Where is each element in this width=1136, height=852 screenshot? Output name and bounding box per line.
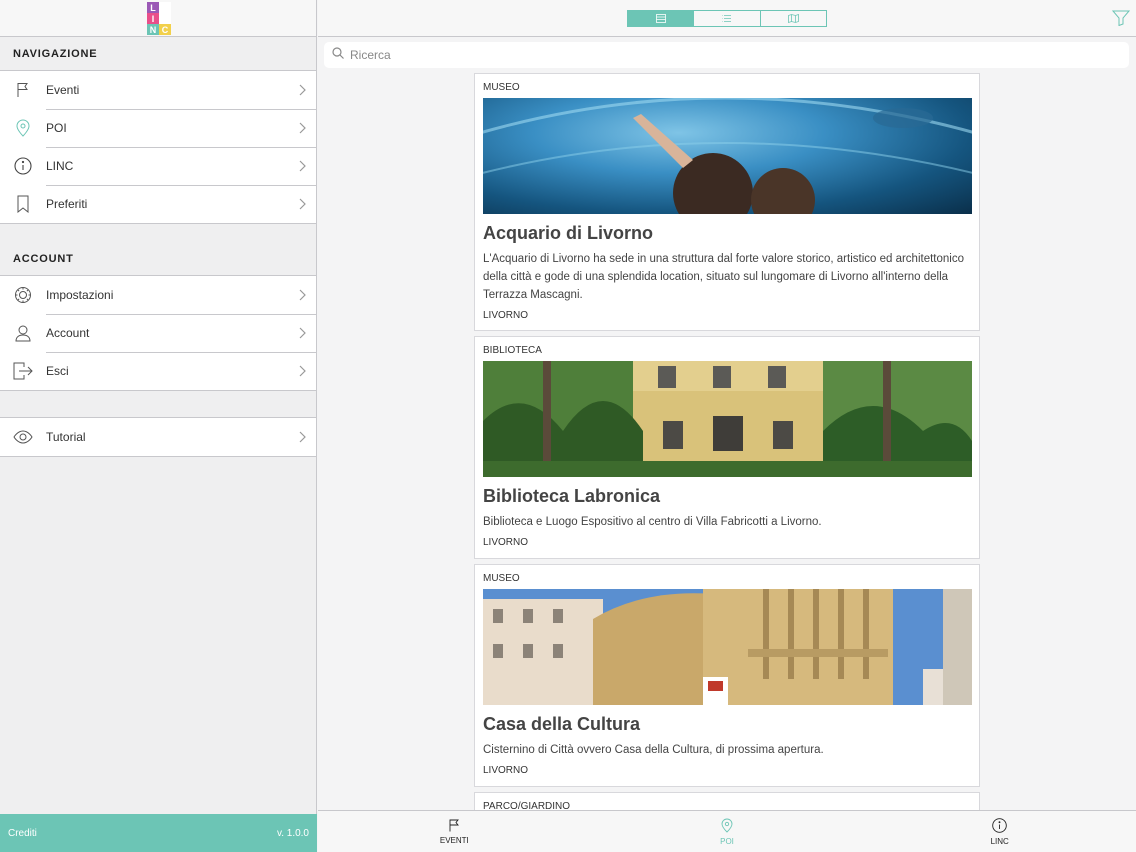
poi-title: Acquario di Livorno	[483, 223, 654, 243]
tab-bar: EVENTI POI LINC	[318, 810, 1136, 852]
sidebar-item-linc[interactable]: LINC	[0, 147, 316, 185]
sidebar-item-account[interactable]: Account	[0, 314, 316, 352]
logo-letter: C	[159, 24, 171, 35]
sidebar-item-label: POI	[46, 121, 67, 135]
poi-image	[483, 361, 972, 477]
poi-title: Biblioteca Labronica	[483, 486, 661, 506]
extra-group: Tutorial	[0, 417, 316, 457]
poi-card[interactable]: MUSEO Acquario di Livorno L'Acquario di …	[474, 73, 980, 331]
sidebar-item-poi[interactable]: POI	[0, 109, 316, 147]
compact-list-icon	[722, 10, 732, 28]
chevron-right-icon	[290, 431, 316, 443]
search-input[interactable]	[350, 48, 1050, 62]
sidebar-item-label: Eventi	[46, 83, 80, 97]
poi-city: LIVORNO	[483, 765, 529, 776]
app-version: v. 1.0.0	[276, 827, 309, 839]
poi-category: PARCO/GIARDINO	[483, 801, 571, 810]
nav-group: Eventi POI LINC Preferiti	[0, 70, 316, 224]
view-switcher	[627, 10, 827, 27]
poi-card[interactable]: BIBLIOTECA Biblioteca Labronica Bibliote…	[474, 336, 980, 559]
section-title-account: ACCOUNT	[13, 252, 74, 265]
map-view-segment[interactable]	[759, 10, 826, 28]
map-view-icon	[787, 10, 799, 28]
info-icon	[992, 817, 1007, 835]
chevron-right-icon	[290, 122, 316, 134]
poi-description: L'Acquario di Livorno ha sede in una str…	[483, 253, 964, 301]
chevron-right-icon	[290, 289, 316, 301]
tab-label: LINC	[990, 836, 1009, 846]
section-title-navigation: NAVIGAZIONE	[13, 47, 98, 60]
credits-link[interactable]: Crediti	[8, 828, 37, 839]
poi-title: Casa della Cultura	[483, 714, 641, 734]
flag-icon	[0, 82, 46, 98]
sidebar-footer: Crediti v. 1.0.0	[0, 814, 317, 852]
poi-category: MUSEO	[483, 82, 520, 93]
bookmark-icon	[0, 195, 46, 213]
sidebar-item-esci[interactable]: Esci	[0, 352, 316, 390]
chevron-right-icon	[290, 198, 316, 210]
logo-letter: I	[147, 13, 159, 24]
sidebar-item-label: Account	[46, 326, 90, 340]
logout-icon	[0, 362, 46, 380]
account-group: Impostazioni Account Esci	[0, 275, 316, 391]
chevron-right-icon	[290, 160, 316, 172]
list-view-icon	[655, 10, 666, 28]
map-pin-icon	[721, 818, 733, 835]
search-icon	[332, 46, 344, 64]
tab-poi[interactable]: POI	[591, 811, 864, 852]
info-icon	[0, 157, 46, 175]
chevron-right-icon	[290, 84, 316, 96]
sidebar: L I N C NAVIGAZIONE Eventi POI LINC Pref…	[0, 0, 317, 852]
sidebar-header: L I N C	[0, 0, 316, 37]
poi-city: LIVORNO	[483, 537, 529, 548]
chevron-right-icon	[290, 365, 316, 377]
map-pin-icon	[0, 119, 46, 137]
poi-image	[483, 98, 972, 214]
tab-label: EVENTI	[439, 835, 469, 845]
poi-category: MUSEO	[483, 573, 520, 584]
flag-icon	[448, 819, 460, 834]
sidebar-item-label: Preferiti	[46, 197, 88, 211]
gear-icon	[0, 286, 46, 304]
poi-category: BIBLIOTECA	[483, 345, 542, 356]
user-icon	[0, 324, 46, 342]
logo-letter: L	[147, 2, 159, 13]
top-bar	[318, 0, 1136, 37]
sidebar-item-label: Impostazioni	[46, 288, 114, 302]
chevron-right-icon	[290, 327, 316, 339]
main-content: MUSEO Acquario di Livorno L'Acquario di …	[318, 0, 1136, 852]
sidebar-item-label: LINC	[46, 159, 74, 173]
poi-feed[interactable]: MUSEO Acquario di Livorno L'Acquario di …	[474, 73, 980, 810]
poi-city: LIVORNO	[483, 310, 529, 321]
compact-list-segment[interactable]	[693, 11, 759, 26]
tab-label: POI	[720, 836, 734, 846]
filter-icon[interactable]	[1111, 10, 1131, 31]
sidebar-item-label: Esci	[46, 364, 69, 378]
sidebar-item-preferiti[interactable]: Preferiti	[0, 185, 316, 223]
poi-card[interactable]: PARCO/GIARDINO	[474, 792, 980, 810]
eye-icon	[0, 430, 46, 444]
sidebar-item-tutorial[interactable]: Tutorial	[0, 418, 316, 456]
poi-image	[483, 589, 972, 705]
poi-description: Cisternino di Città ovvero Casa della Cu…	[483, 744, 824, 756]
sidebar-item-impostazioni[interactable]: Impostazioni	[0, 276, 316, 314]
linc-logo: L I N C	[147, 2, 171, 35]
sidebar-item-eventi[interactable]: Eventi	[0, 71, 316, 109]
search-bar	[324, 42, 1129, 68]
tab-linc[interactable]: LINC	[863, 811, 1136, 852]
logo-letter: N	[147, 24, 159, 35]
sidebar-item-label: Tutorial	[46, 430, 86, 444]
list-view-segment[interactable]	[628, 10, 694, 28]
poi-description: Biblioteca e Luogo Espositivo al centro …	[483, 516, 822, 528]
tab-eventi[interactable]: EVENTI	[318, 811, 591, 852]
poi-card[interactable]: MUSEO Casa della Cultura Cisternino di C…	[474, 564, 980, 787]
